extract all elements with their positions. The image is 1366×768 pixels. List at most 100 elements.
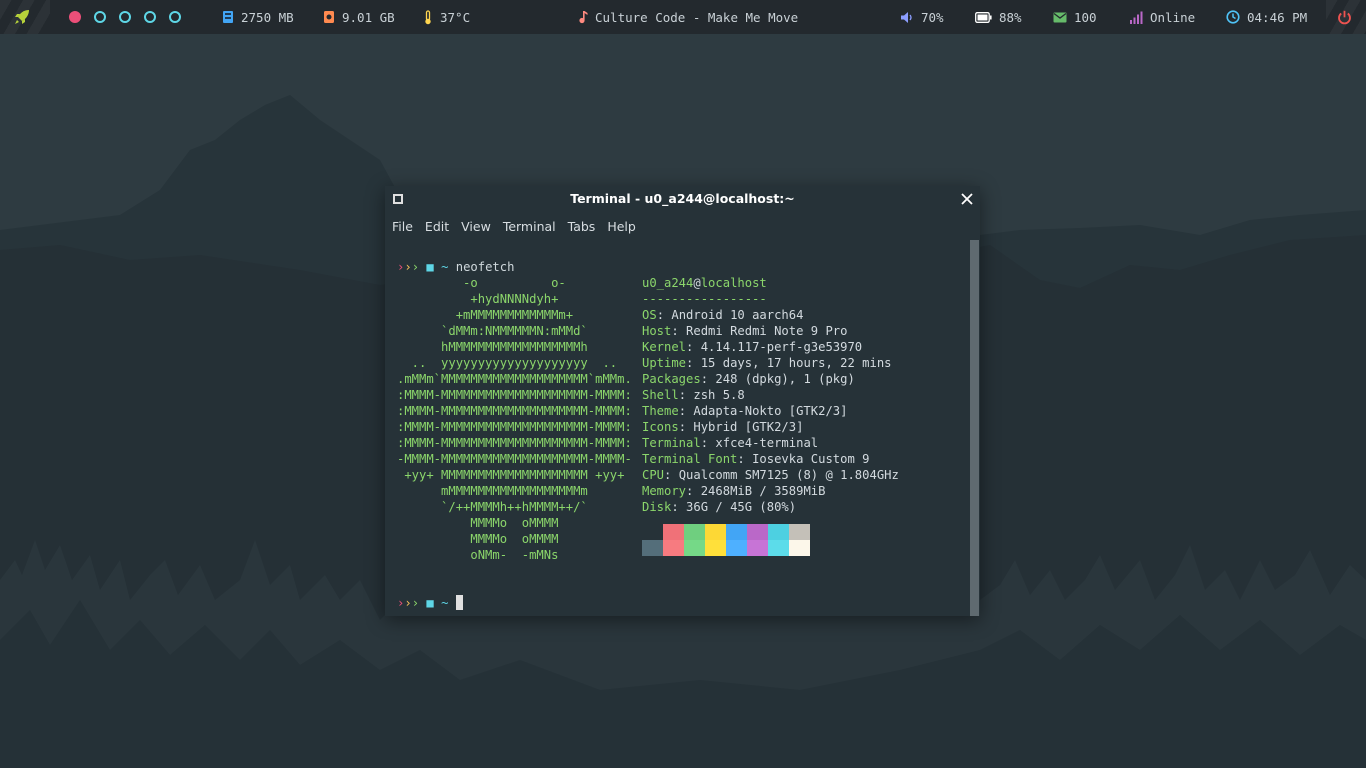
logo-line: -o o- bbox=[397, 276, 566, 290]
color-swatch bbox=[705, 524, 726, 540]
user-host: u0_a244@localhost bbox=[642, 275, 767, 291]
terminal-window[interactable]: Terminal - u0_a244@localhost:~ File Edit… bbox=[385, 186, 980, 616]
info-key: Shell bbox=[642, 388, 679, 402]
info-value: 248 (dpkg), 1 (pkg) bbox=[715, 372, 855, 386]
info-value: zsh 5.8 bbox=[693, 388, 745, 402]
logo-line: :MMMM-MMMMMMMMMMMMMMMMMMMM-MMMM: bbox=[397, 436, 632, 450]
separator: ----------------- bbox=[642, 292, 767, 306]
close-icon[interactable] bbox=[960, 192, 974, 206]
volume-widget[interactable]: 70% bbox=[900, 0, 944, 34]
info-colon: : bbox=[671, 324, 687, 338]
logo-line: MMMMo oMMMM bbox=[397, 532, 559, 546]
logo-line: -MMMM-MMMMMMMMMMMMMMMMMMMM-MMMM- bbox=[397, 452, 632, 466]
power-button[interactable] bbox=[1337, 0, 1352, 34]
battery-value: 88% bbox=[999, 9, 1022, 25]
info-line: Theme: Adapta-Nokto [GTK2/3] bbox=[642, 403, 847, 419]
info-colon: : bbox=[737, 452, 753, 466]
clock-time: 04:46 PM bbox=[1247, 9, 1308, 25]
info-line: OS: Android 10 aarch64 bbox=[642, 307, 803, 323]
logo-line: +yy+ MMMMMMMMMMMMMMMMMMMM +yy+ bbox=[397, 468, 625, 482]
menu-tabs[interactable]: Tabs bbox=[561, 219, 596, 234]
folder-icon: ■ bbox=[426, 596, 434, 610]
info-line: Shell: zsh 5.8 bbox=[642, 387, 745, 403]
info-key: Host bbox=[642, 324, 672, 338]
disk-widget[interactable]: 9.01 GB bbox=[323, 0, 395, 34]
host-name: localhost bbox=[700, 276, 767, 290]
info-key: Terminal Font bbox=[642, 452, 738, 466]
info-key: Terminal bbox=[642, 436, 701, 450]
mail-icon bbox=[1053, 12, 1067, 22]
launcher-button[interactable] bbox=[13, 0, 31, 34]
info-line: CPU: Qualcomm SM7125 (8) @ 1.804GHz bbox=[642, 467, 899, 483]
color-swatch bbox=[726, 524, 747, 540]
color-swatch bbox=[684, 540, 705, 556]
color-swatch bbox=[663, 540, 684, 556]
thermometer-icon bbox=[425, 9, 431, 24]
menu-view[interactable]: View bbox=[454, 219, 491, 234]
clock-widget[interactable]: 04:46 PM bbox=[1226, 0, 1307, 34]
info-colon: : bbox=[686, 484, 701, 498]
memory-value: 2750 MB bbox=[241, 9, 294, 25]
info-colon: : bbox=[678, 420, 694, 434]
network-widget[interactable]: Online bbox=[1130, 0, 1195, 34]
workspace-4[interactable] bbox=[144, 11, 156, 23]
info-line: Memory: 2468MiB / 3589MiB bbox=[642, 483, 825, 499]
scrollbar-thumb[interactable] bbox=[970, 240, 979, 616]
battery-widget[interactable]: 88% bbox=[975, 0, 1022, 34]
info-colon: : bbox=[700, 436, 716, 450]
info-colon: : bbox=[671, 500, 687, 514]
workspace-1[interactable] bbox=[69, 11, 81, 23]
active-prompt-line[interactable]: ››› ■ ~ bbox=[397, 595, 463, 611]
command-text: neofetch bbox=[455, 260, 515, 274]
color-swatch bbox=[726, 540, 747, 556]
info-key: Memory bbox=[642, 484, 687, 498]
folder-icon: ■ bbox=[426, 260, 434, 274]
info-key: Kernel bbox=[642, 340, 687, 354]
info-line: Uptime: 15 days, 17 hours, 22 mins bbox=[642, 355, 892, 371]
mail-widget[interactable]: 100 bbox=[1053, 0, 1097, 34]
info-colon: : bbox=[678, 388, 694, 402]
volume-value: 70% bbox=[921, 9, 944, 25]
info-value: 36G / 45G (80%) bbox=[686, 500, 797, 514]
color-swatch bbox=[642, 540, 663, 556]
logo-line: +hydNNNNdyh+ bbox=[397, 292, 559, 306]
color-swatch bbox=[789, 540, 810, 556]
info-value: Qualcomm SM7125 (8) @ 1.804GHz bbox=[678, 468, 899, 482]
window-titlebar[interactable]: Terminal - u0_a244@localhost:~ bbox=[385, 186, 980, 212]
info-value: 15 days, 17 hours, 22 mins bbox=[700, 356, 892, 370]
user-name: u0_a244 bbox=[642, 276, 694, 290]
info-value: Adapta-Nokto [GTK2/3] bbox=[693, 404, 848, 418]
menu-terminal[interactable]: Terminal bbox=[496, 219, 556, 234]
info-line: Icons: Hybrid [GTK2/3] bbox=[642, 419, 803, 435]
battery-icon bbox=[975, 11, 992, 23]
workspace-5[interactable] bbox=[169, 11, 181, 23]
window-title: Terminal - u0_a244@localhost:~ bbox=[570, 191, 795, 206]
logo-line: hMMMMMMMMMMMMMMMMMMh bbox=[397, 340, 588, 354]
terminal-output[interactable]: ››› ■ ~ neofetch -o o- +hydNNNNdyh+ +mMM… bbox=[385, 240, 969, 616]
now-playing-widget[interactable]: Culture Code - Make Me Move bbox=[578, 0, 798, 34]
memory-icon bbox=[223, 11, 233, 23]
info-value: xfce4-terminal bbox=[715, 436, 819, 450]
info-line: Kernel: 4.14.117-perf-g3e53970 bbox=[642, 339, 862, 355]
menu-help[interactable]: Help bbox=[600, 219, 636, 234]
menu-file[interactable]: File bbox=[385, 219, 413, 234]
prompt-dir: ~ bbox=[441, 596, 449, 610]
logo-line: +mMMMMMMMMMMMMm+ bbox=[397, 308, 574, 322]
info-key: Icons bbox=[642, 420, 679, 434]
volume-icon bbox=[901, 11, 912, 23]
memory-widget[interactable]: 2750 MB bbox=[222, 0, 294, 34]
workspace-3[interactable] bbox=[119, 11, 131, 23]
logo-line: `/++MMMMh++hMMMM++/` bbox=[397, 500, 588, 514]
color-swatch bbox=[705, 540, 726, 556]
info-colon: : bbox=[678, 404, 694, 418]
at-sign: @ bbox=[693, 276, 701, 290]
info-value: Iosevka Custom 9 bbox=[752, 452, 870, 466]
info-line: Terminal Font: Iosevka Custom 9 bbox=[642, 451, 869, 467]
color-swatch bbox=[789, 524, 810, 540]
menu-edit[interactable]: Edit bbox=[418, 219, 449, 234]
color-swatch bbox=[684, 524, 705, 540]
temperature-widget[interactable]: 37°C bbox=[423, 0, 470, 34]
workspace-2[interactable] bbox=[94, 11, 106, 23]
logo-line: MMMMo oMMMM bbox=[397, 516, 559, 530]
mail-count: 100 bbox=[1074, 9, 1097, 25]
